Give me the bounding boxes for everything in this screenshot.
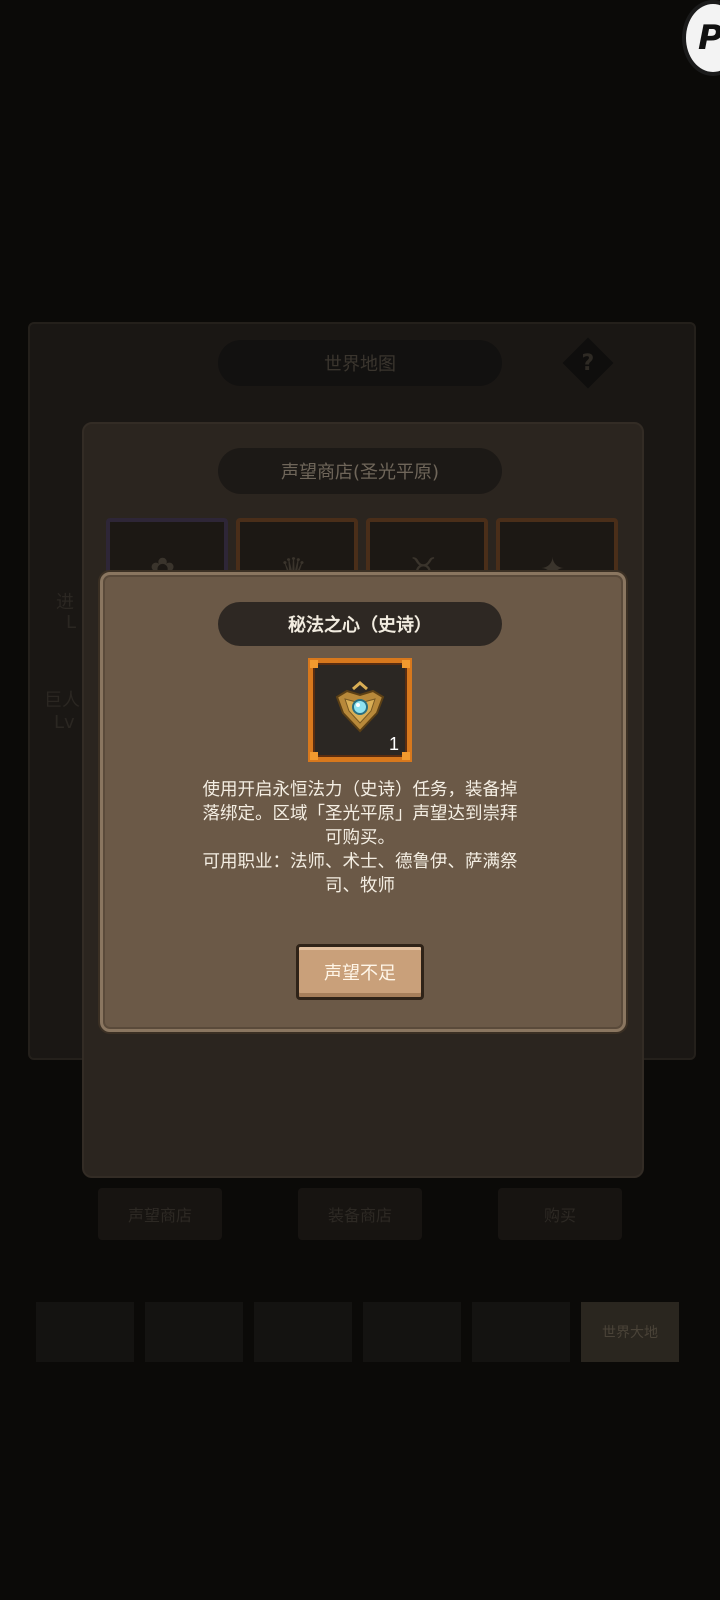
tab-2[interactable] [145, 1302, 243, 1362]
reputation-shop-title: 声望商店(圣光平原) [218, 448, 502, 494]
app-logo-icon[interactable]: P [682, 0, 720, 76]
bg-side-label-4: Lv [54, 712, 75, 733]
description-line: 可用职业：法师、术士、德鲁伊、萨满祭 [202, 852, 518, 872]
description-line: 使用开启永恒法力（史诗）任务，装备掉 [202, 780, 518, 800]
world-map-title: 世界地图 [218, 340, 502, 386]
description-line: 落绑定。区域「圣光平原」声望达到崇拜 [202, 804, 518, 824]
tab-world[interactable]: 世界大地 [581, 1302, 679, 1362]
bg-side-label-3: 巨人 [44, 690, 80, 711]
description-line: 可购买。 [325, 828, 395, 848]
item-title: 秘法之心（史诗） [218, 602, 502, 646]
description-line: 司、牧师 [325, 876, 395, 896]
item-slot: 1 [308, 658, 412, 762]
tab-3[interactable] [254, 1302, 352, 1362]
help-icon: ? [581, 350, 595, 376]
tab-5[interactable] [472, 1302, 570, 1362]
bg-side-label-2: L [66, 612, 77, 633]
bottom-button-2[interactable]: 装备商店 [298, 1188, 422, 1240]
item-count: 1 [388, 734, 399, 754]
tab-1[interactable] [36, 1302, 134, 1362]
bottom-button-1[interactable]: 声望商店 [98, 1188, 222, 1240]
tab-4[interactable] [363, 1302, 461, 1362]
insufficient-reputation-button[interactable]: 声望不足 [296, 944, 424, 1000]
logo-letter: P [698, 18, 720, 58]
bg-side-label-1: 进 [56, 592, 74, 613]
item-description: 使用开启永恒法力（史诗）任务，装备掉 落绑定。区域「圣光平原」声望达到崇拜 可购… [160, 778, 560, 898]
bottom-button-3[interactable]: 购买 [498, 1188, 622, 1240]
